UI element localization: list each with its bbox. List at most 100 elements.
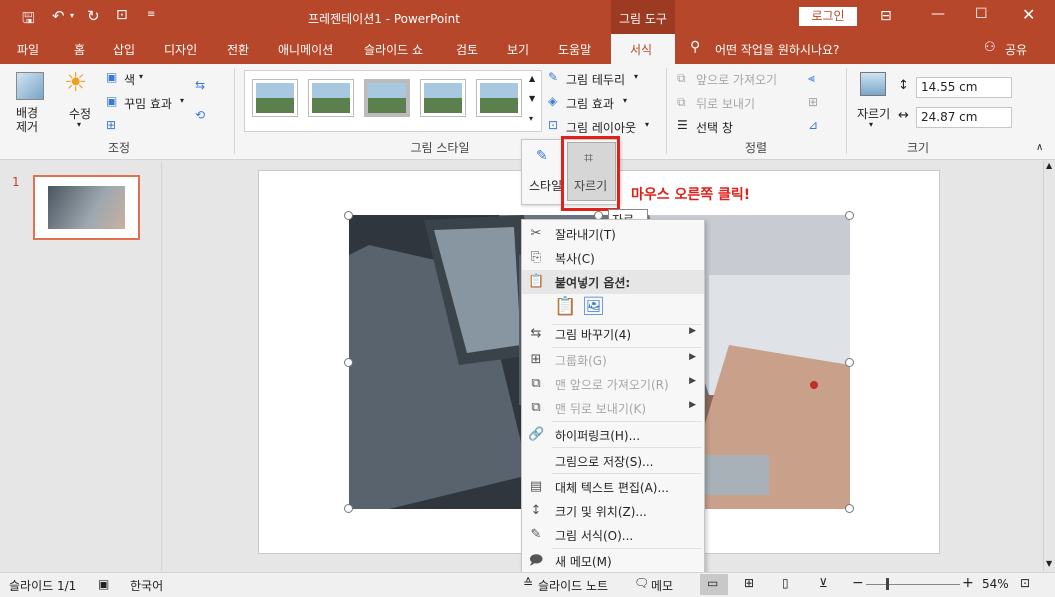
picture-style-4[interactable] <box>420 79 466 117</box>
remove-background-button[interactable]: 배경 제거 <box>16 106 38 134</box>
save-icon[interactable]: 🖫 <box>22 8 35 33</box>
resize-handle[interactable] <box>845 358 854 367</box>
zoom-level[interactable]: 54% <box>982 577 1009 591</box>
gallery-down-icon[interactable]: ▼ <box>529 94 535 103</box>
compress-icon[interactable]: ⊞ <box>106 118 116 132</box>
reading-view-icon[interactable]: ▯ <box>782 576 789 590</box>
height-field[interactable]: 14.55 cm <box>916 77 1012 98</box>
menu-item-cut[interactable]: ✂ 잘라내기(T) <box>522 222 704 246</box>
color-dropdown-icon[interactable]: ▾ <box>139 72 143 81</box>
artistic-dropdown-icon[interactable]: ▾ <box>180 96 184 105</box>
ribbon-display-icon[interactable]: ⊟ <box>880 8 892 24</box>
align-icon[interactable]: ⫷ <box>808 71 815 86</box>
vertical-scrollbar[interactable]: ▲ ▼ <box>1043 161 1055 571</box>
undo-dropdown-icon[interactable]: ▾ <box>70 11 74 20</box>
resize-handle[interactable] <box>344 211 353 220</box>
border-dropdown-icon[interactable]: ▾ <box>634 72 638 81</box>
change-picture-ribbon-icon[interactable]: ⇆ <box>195 78 205 92</box>
group-objects-icon[interactable]: ⊞ <box>808 95 818 109</box>
gallery-up-icon[interactable]: ▲ <box>529 74 535 83</box>
picture-style-1[interactable] <box>252 79 298 117</box>
tab-view[interactable]: 보기 <box>507 41 529 58</box>
tell-me-input[interactable]: 어떤 작업을 원하시나요? <box>715 41 839 58</box>
notes-button[interactable]: 슬라이드 노트 <box>538 577 608 594</box>
menu-item-new-comment[interactable]: 🗩 새 메모(M) <box>522 549 704 573</box>
customize-toolbar-icon[interactable]: ≡ <box>147 9 155 20</box>
normal-view-button[interactable]: ▭ <box>700 574 728 595</box>
minimize-icon[interactable]: — <box>931 6 945 22</box>
menu-item-format-picture[interactable]: ✎ 그림 서식(O)... <box>522 523 704 547</box>
remove-background-icon[interactable] <box>16 72 44 100</box>
selection-pane-button[interactable]: 선택 창 <box>696 119 733 136</box>
corrections-dropdown-icon[interactable]: ▾ <box>77 120 81 129</box>
picture-style-2[interactable] <box>308 79 354 117</box>
menu-item-copy[interactable]: ⎘ 복사(C) <box>522 246 704 270</box>
menu-item-edit-alt-text[interactable]: ▤ 대체 텍스트 편집(A)... <box>522 475 704 499</box>
layout-dropdown-icon[interactable]: ▾ <box>645 120 649 129</box>
bring-forward-button[interactable]: 앞으로 가져오기 <box>696 71 777 88</box>
share-user-icon[interactable]: ⚇ <box>984 40 996 55</box>
resize-handle[interactable] <box>344 504 353 513</box>
tab-insert[interactable]: 삽입 <box>113 41 135 58</box>
login-button[interactable]: 로그인 <box>799 7 857 26</box>
resize-handle[interactable] <box>845 504 854 513</box>
slideshow-view-icon[interactable]: ⊻ <box>819 576 828 590</box>
fit-to-window-icon[interactable]: ⊡ <box>1020 576 1030 590</box>
scroll-up-icon[interactable]: ▲ <box>1046 161 1052 170</box>
picture-border-button[interactable]: 그림 테두리 <box>566 71 625 88</box>
artistic-effects-button[interactable]: 꾸밈 효과 <box>124 95 172 112</box>
paste-option-picture-icon[interactable]: 🖼 <box>582 296 605 317</box>
present-icon[interactable]: ⊡ <box>116 7 128 23</box>
menu-item-bring-to-front[interactable]: ⧉ 맨 앞으로 가져오기(R) ▶ <box>522 372 704 396</box>
menu-item-size-position[interactable]: ↕ 크기 및 위치(Z)... <box>522 499 704 523</box>
collapse-ribbon-icon[interactable]: ∧ <box>1036 142 1043 153</box>
menu-item-group[interactable]: ⊞ 그룹화(G) ▶ <box>522 348 704 372</box>
crop-ribbon-button[interactable]: 자르기 <box>857 105 890 122</box>
corrections-icon[interactable]: ☀ <box>64 68 87 98</box>
style-button[interactable]: 스타일 <box>529 177 562 194</box>
slide-thumbnail[interactable] <box>33 175 140 240</box>
rotate-icon[interactable]: ⊿ <box>808 118 818 132</box>
picture-style-3[interactable] <box>364 79 410 117</box>
tab-design[interactable]: 디자인 <box>164 41 197 58</box>
resize-handle[interactable] <box>344 358 353 367</box>
menu-item-send-to-back[interactable]: ⧉ 맨 뒤로 보내기(K) ▶ <box>522 396 704 420</box>
slide-sorter-icon[interactable]: ⊞ <box>744 576 754 590</box>
picture-effects-button[interactable]: 그림 효과 <box>566 95 614 112</box>
send-backward-button[interactable]: 뒤로 보내기 <box>696 95 755 112</box>
tab-file[interactable]: 파일 <box>17 41 39 58</box>
undo-icon[interactable]: ↶ <box>52 7 65 25</box>
menu-item-change-picture[interactable]: ⇆ 그림 바꾸기(4) ▶ <box>522 322 704 346</box>
paste-option-keep-icon[interactable]: 📋 <box>554 296 576 317</box>
width-field[interactable]: 24.87 cm <box>916 107 1012 128</box>
crop-ribbon-icon[interactable] <box>860 72 886 96</box>
crop-dropdown-icon[interactable]: ▾ <box>869 120 873 129</box>
tab-animations[interactable]: 애니메이션 <box>278 41 333 58</box>
zoom-in-icon[interactable]: + <box>962 575 974 591</box>
tab-home[interactable]: 홈 <box>74 41 85 58</box>
close-icon[interactable]: ✕ <box>1022 5 1035 24</box>
scroll-down-icon[interactable]: ▼ <box>1046 559 1052 568</box>
zoom-slider[interactable] <box>866 584 960 585</box>
language-status[interactable]: 한국어 <box>130 577 163 594</box>
zoom-out-icon[interactable]: − <box>852 575 864 591</box>
spelling-icon[interactable]: ▣ <box>98 577 109 591</box>
tab-slideshow[interactable]: 슬라이드 쇼 <box>364 41 423 58</box>
zoom-slider-thumb[interactable] <box>886 578 889 590</box>
tab-help[interactable]: 도움말 <box>558 41 591 58</box>
color-button[interactable]: 색 <box>124 71 135 88</box>
reset-picture-icon[interactable]: ⟲ <box>195 108 205 122</box>
tab-transitions[interactable]: 전환 <box>227 41 249 58</box>
tab-review[interactable]: 검토 <box>456 41 478 58</box>
menu-item-save-as-picture[interactable]: 그림으로 저장(S)... <box>522 449 704 473</box>
picture-layout-button[interactable]: 그림 레이아웃 <box>566 119 636 136</box>
resize-handle[interactable] <box>845 211 854 220</box>
comments-button[interactable]: 메모 <box>651 577 673 594</box>
tab-format[interactable]: 서식 <box>611 34 675 64</box>
maximize-icon[interactable]: ☐ <box>975 6 988 22</box>
share-button[interactable]: 공유 <box>1005 41 1027 58</box>
effects-dropdown-icon[interactable]: ▾ <box>623 96 627 105</box>
menu-item-hyperlink[interactable]: 🔗 하이퍼링크(H)... <box>522 423 704 447</box>
redo-icon[interactable]: ↻ <box>87 7 100 25</box>
gallery-more-icon[interactable]: ▾ <box>529 114 533 123</box>
